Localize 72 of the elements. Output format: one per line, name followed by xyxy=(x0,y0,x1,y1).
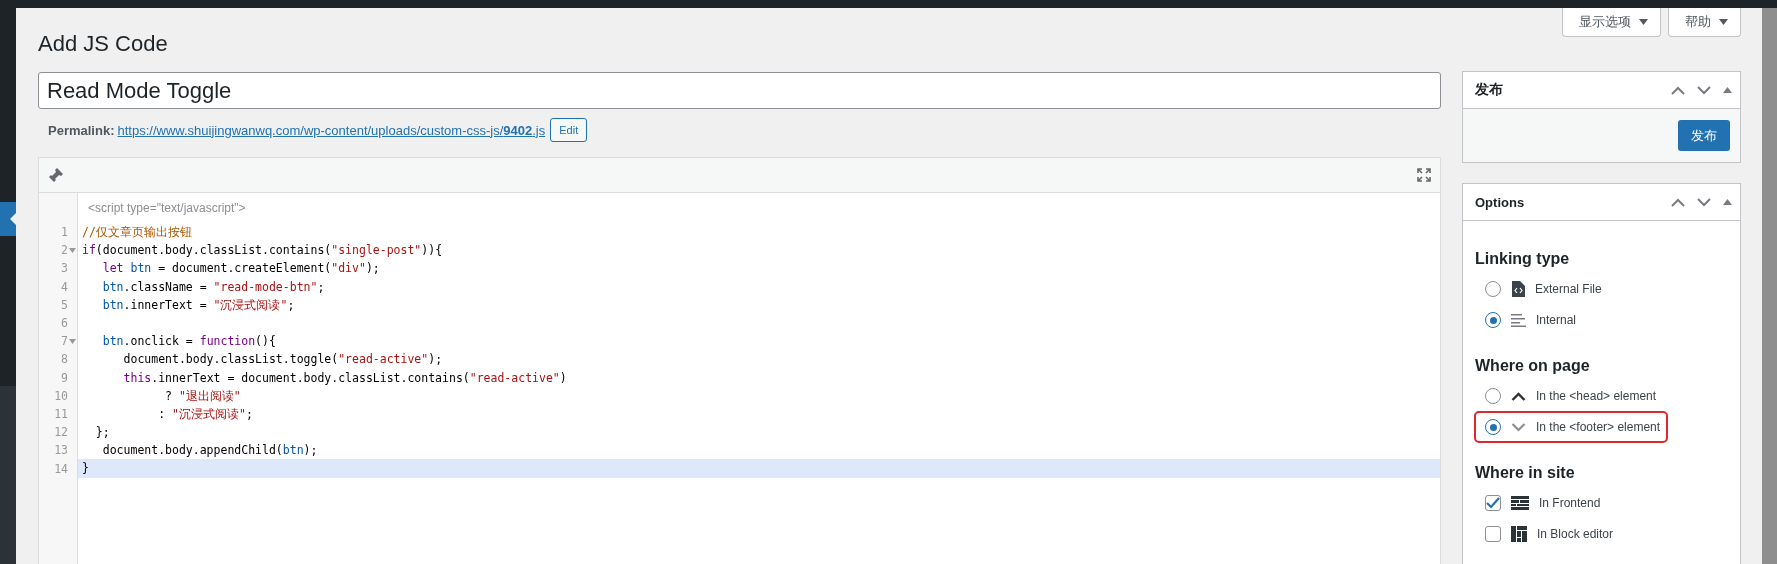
line-number: 5 xyxy=(61,297,68,312)
collapse-icon[interactable] xyxy=(1723,87,1732,93)
text-lines-icon xyxy=(1511,313,1526,327)
title-field[interactable]: Read Mode Toggle xyxy=(38,72,1441,109)
radio-button[interactable] xyxy=(1485,312,1501,328)
move-up-icon[interactable] xyxy=(1671,197,1685,207)
code-line: : "沉浸式阅读"; xyxy=(157,406,253,421)
permalink-label: Permalink: xyxy=(48,122,115,138)
option-label: In Block editor xyxy=(1537,527,1614,541)
option-label: In Frontend xyxy=(1539,496,1601,510)
code-line: ? "退出阅读" xyxy=(164,388,241,403)
section-heading: Where on page xyxy=(1475,356,1591,376)
block-layout-icon xyxy=(1511,526,1527,542)
line-number: 2 xyxy=(61,243,68,258)
line-number: 11 xyxy=(54,406,68,421)
radio-button[interactable] xyxy=(1485,281,1501,297)
fold-arrow-icon[interactable] xyxy=(69,338,76,344)
page-title: Add JS Code xyxy=(38,30,169,58)
line-number: 10 xyxy=(54,388,68,403)
option-label: In the <footer> element xyxy=(1536,420,1661,434)
permalink-link[interactable]: https://www.shuijingwanwq.com/wp-content/uploads/custom-css-js/9402.js xyxy=(117,122,546,138)
section-heading: Linking type xyxy=(1475,249,1571,269)
line-number: 9 xyxy=(61,370,68,385)
line-number: 1 xyxy=(61,225,68,240)
code-line: btn.className = "read-mode-btn"; xyxy=(101,279,325,294)
code-line: let btn = document.createElement("div"); xyxy=(101,261,380,276)
checkbox[interactable] xyxy=(1485,526,1501,542)
option-label: Internal xyxy=(1536,313,1577,327)
code-line: btn.onclick = function(){ xyxy=(101,334,276,349)
caret-down-icon xyxy=(1719,19,1728,25)
script-tag-text: <script type="text/javascript"> xyxy=(88,201,246,215)
box-title: Options xyxy=(1475,194,1525,210)
checkbox[interactable] xyxy=(1485,495,1501,511)
line-number: 14 xyxy=(54,461,68,476)
code-line: } xyxy=(82,461,89,476)
code-line: //仅文章页输出按钮 xyxy=(82,225,192,239)
layout-grid-icon xyxy=(1511,496,1529,510)
code-line: document.body.classList.toggle("read-active"); xyxy=(122,352,443,367)
move-up-icon[interactable] xyxy=(1671,85,1685,95)
fold-arrow-icon[interactable] xyxy=(69,247,76,253)
line-number: 4 xyxy=(61,279,68,294)
caret-down-icon xyxy=(1639,19,1648,25)
line-number: 6 xyxy=(61,316,68,331)
fullscreen-icon[interactable] xyxy=(1417,168,1431,182)
code-line: if(document.body.classList.contains("single-post")){ xyxy=(82,243,443,258)
radio-button[interactable] xyxy=(1485,388,1501,404)
code-file-icon xyxy=(1511,281,1525,297)
chevron-down-icon xyxy=(1511,422,1526,432)
box-title: 发布 xyxy=(1475,81,1503,99)
radio-button[interactable] xyxy=(1485,419,1501,435)
scrollbar[interactable] xyxy=(1762,8,1777,564)
code-line: btn.innerText = "沉浸式阅读"; xyxy=(101,297,295,312)
line-number: 7 xyxy=(61,334,68,349)
line-number: 3 xyxy=(61,261,68,276)
move-down-icon[interactable] xyxy=(1697,85,1711,95)
code-line: }; xyxy=(94,425,110,440)
code-line: this.innerText = document.body.classList.contains("read-active") xyxy=(122,370,567,385)
hammer-icon[interactable] xyxy=(48,167,64,183)
line-number: 8 xyxy=(61,352,68,367)
line-number: 13 xyxy=(54,443,68,458)
screen-options-button[interactable]: 显示选项 xyxy=(1562,8,1661,37)
collapse-icon[interactable] xyxy=(1723,199,1732,205)
code-line: document.body.appendChild(btn); xyxy=(101,443,318,458)
publish-button[interactable]: 发布 xyxy=(1678,120,1730,151)
section-heading: Where in site xyxy=(1475,463,1576,483)
option-label: In the <head> element xyxy=(1536,389,1657,403)
option-label: External File xyxy=(1535,282,1602,296)
help-button[interactable]: 帮助 xyxy=(1668,8,1741,37)
move-down-icon[interactable] xyxy=(1697,197,1711,207)
edit-button[interactable]: Edit xyxy=(550,118,588,142)
chevron-up-icon xyxy=(1511,391,1526,401)
line-number: 12 xyxy=(54,425,68,440)
